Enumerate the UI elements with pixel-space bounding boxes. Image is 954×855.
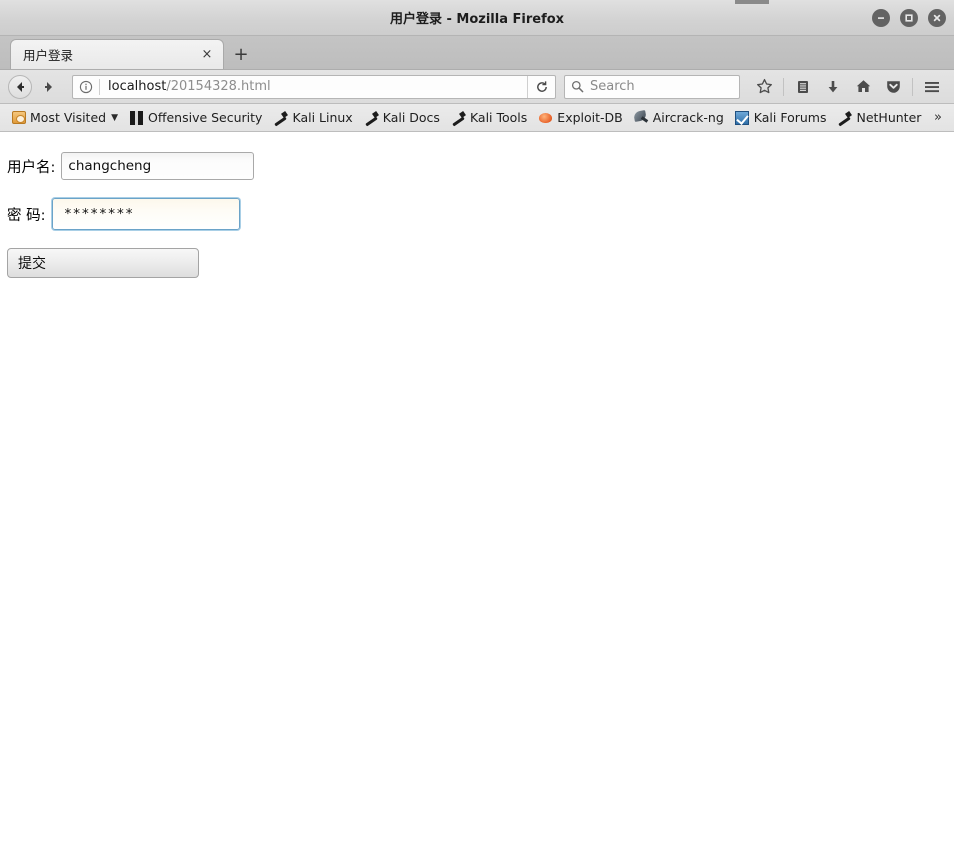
bookmark-label: Kali Tools [469, 110, 528, 125]
tab-label: 用户登录 [23, 48, 74, 63]
bookmark-label: Kali Linux [292, 110, 353, 125]
forward-button-icon[interactable] [36, 74, 62, 100]
kali-dragon-icon [273, 110, 288, 125]
url-text: localhost/20154328.html [100, 79, 527, 94]
kali-forums-icon [735, 110, 750, 125]
minimize-button[interactable] [872, 9, 890, 27]
url-host: localhost [108, 79, 167, 94]
search-icon [571, 80, 584, 93]
bookmark-kali-forums[interactable]: Kali Forums [730, 108, 833, 127]
search-input[interactable]: Search [590, 79, 635, 94]
kali-dragon-icon [364, 110, 379, 125]
chevron-down-icon: ▼ [111, 112, 119, 123]
close-button[interactable] [928, 9, 946, 27]
aircrack-ng-icon [634, 110, 649, 125]
back-button-icon[interactable] [8, 74, 32, 99]
menu-icon[interactable] [918, 74, 946, 100]
maximize-button[interactable] [900, 9, 918, 27]
bookmarks-bar: Most Visited ▼ Offensive Security Kali L… [0, 104, 954, 132]
password-row: 密 码: [0, 198, 954, 230]
exploit-db-icon [538, 110, 553, 125]
bookmark-exploit-db[interactable]: Exploit-DB [533, 108, 628, 127]
bookmark-offensive-security[interactable]: Offensive Security [124, 108, 268, 127]
bookmark-label: Most Visited [30, 110, 107, 125]
tab-user-login[interactable]: 用户登录 × [10, 39, 224, 69]
home-icon[interactable] [849, 74, 877, 100]
bookmark-label: NetHunter [856, 110, 922, 125]
username-label: 用户名: [7, 159, 56, 176]
download-icon[interactable] [819, 74, 847, 100]
tab-strip: 用户登录 × + [0, 36, 954, 70]
bookmark-label: Aircrack-ng [652, 110, 724, 125]
new-tab-button[interactable]: + [226, 39, 256, 69]
password-label: 密 码: [7, 207, 46, 224]
toolbar-divider [912, 77, 913, 96]
bookmark-label: Kali Docs [382, 110, 440, 125]
url-bar[interactable]: localhost/20154328.html [72, 74, 556, 99]
pocket-icon[interactable] [879, 74, 907, 100]
bookmarks-overflow-icon[interactable]: » [934, 110, 948, 125]
library-icon[interactable] [789, 74, 817, 100]
username-row: 用户名: [0, 152, 954, 180]
url-path: /20154328.html [166, 79, 271, 94]
bookmark-aircrack-ng[interactable]: Aircrack-ng [629, 108, 730, 127]
info-icon[interactable] [73, 80, 99, 94]
title-bar: 用户登录 - Mozilla Firefox [0, 0, 954, 36]
bookmark-label: Offensive Security [148, 110, 263, 125]
titlebar-notch [735, 0, 769, 4]
navigation-toolbar: localhost/20154328.html Search [0, 70, 954, 104]
search-bar[interactable]: Search [564, 74, 740, 99]
page-content: 用户名: 密 码: 提交 [0, 132, 954, 855]
password-input[interactable] [51, 198, 240, 230]
bookmark-kali-docs[interactable]: Kali Docs [359, 108, 446, 127]
bookmark-star-icon[interactable] [750, 74, 778, 100]
username-input[interactable] [61, 152, 255, 180]
tab-close-icon[interactable]: × [199, 47, 215, 63]
submit-row: 提交 [0, 248, 954, 278]
bookmark-most-visited[interactable]: Most Visited ▼ [6, 108, 124, 127]
bookmark-kali-linux[interactable]: Kali Linux [268, 108, 358, 127]
most-visited-icon [11, 110, 26, 125]
kali-dragon-icon [837, 110, 852, 125]
bookmark-nethunter[interactable]: NetHunter [832, 108, 927, 127]
submit-button[interactable]: 提交 [7, 248, 199, 278]
bookmark-label: Exploit-DB [557, 110, 623, 125]
window-title: 用户登录 - Mozilla Firefox [389, 12, 565, 27]
bookmark-label: Kali Forums [753, 110, 827, 125]
browser-window: 用户登录 - Mozilla Firefox 用户登录 × + localhos… [0, 0, 954, 855]
window-controls [872, 0, 946, 36]
toolbar-divider [783, 77, 784, 96]
offensive-security-icon [129, 110, 144, 125]
kali-dragon-icon [451, 110, 466, 125]
toolbar-icons [750, 74, 946, 100]
bookmark-kali-tools[interactable]: Kali Tools [446, 108, 533, 127]
reload-icon[interactable] [527, 75, 555, 98]
